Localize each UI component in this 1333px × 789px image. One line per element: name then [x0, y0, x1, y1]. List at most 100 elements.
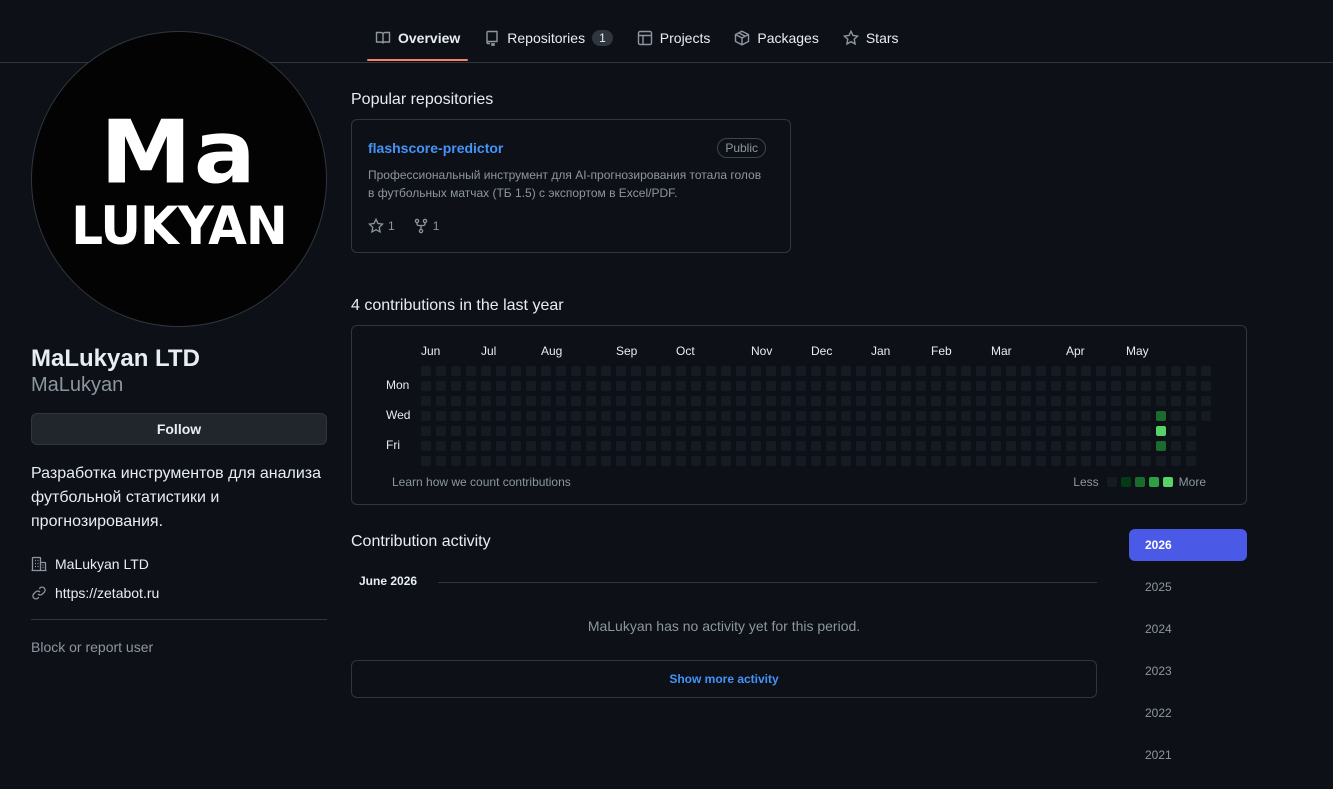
- contribution-day[interactable]: [676, 381, 686, 391]
- contribution-day[interactable]: [871, 456, 881, 466]
- contribution-day[interactable]: [1021, 456, 1031, 466]
- contribution-day[interactable]: [1021, 396, 1031, 406]
- contribution-day[interactable]: [526, 396, 536, 406]
- contribution-day[interactable]: [1051, 366, 1061, 376]
- contribution-day[interactable]: [586, 426, 596, 436]
- contribution-day[interactable]: [1126, 441, 1136, 451]
- contribution-day[interactable]: [931, 411, 941, 421]
- contribution-day[interactable]: [631, 456, 641, 466]
- contribution-day[interactable]: [736, 426, 746, 436]
- contribution-day[interactable]: [721, 411, 731, 421]
- contribution-day[interactable]: [1156, 411, 1166, 421]
- contribution-day[interactable]: [1171, 441, 1181, 451]
- contribution-day[interactable]: [481, 456, 491, 466]
- contribution-day[interactable]: [601, 411, 611, 421]
- contribution-day[interactable]: [511, 456, 521, 466]
- contribution-day[interactable]: [481, 441, 491, 451]
- contribution-day[interactable]: [706, 381, 716, 391]
- contribution-day[interactable]: [1006, 456, 1016, 466]
- contribution-day[interactable]: [796, 396, 806, 406]
- contribution-day[interactable]: [1201, 396, 1211, 406]
- contribution-day[interactable]: [466, 396, 476, 406]
- contribution-day[interactable]: [511, 411, 521, 421]
- contribution-day[interactable]: [676, 456, 686, 466]
- tab-repositories[interactable]: Repositories 1: [476, 16, 621, 60]
- contribution-day[interactable]: [631, 381, 641, 391]
- contribution-day[interactable]: [1096, 456, 1106, 466]
- contribution-day[interactable]: [736, 366, 746, 376]
- contribution-day[interactable]: [601, 366, 611, 376]
- contribution-day[interactable]: [1096, 396, 1106, 406]
- contribution-day[interactable]: [436, 426, 446, 436]
- contribution-day[interactable]: [496, 411, 506, 421]
- contribution-day[interactable]: [1111, 396, 1121, 406]
- contribution-day[interactable]: [826, 411, 836, 421]
- contribution-day[interactable]: [811, 381, 821, 391]
- contribution-day[interactable]: [571, 426, 581, 436]
- contribution-day[interactable]: [616, 411, 626, 421]
- contribution-day[interactable]: [1006, 381, 1016, 391]
- contribution-day[interactable]: [496, 366, 506, 376]
- avatar[interactable]: Ma LUKYAN: [31, 31, 327, 327]
- contribution-day[interactable]: [1186, 381, 1196, 391]
- contribution-day[interactable]: [676, 366, 686, 376]
- tab-packages[interactable]: Packages: [726, 16, 826, 60]
- contribution-day[interactable]: [661, 366, 671, 376]
- contribution-day[interactable]: [1171, 411, 1181, 421]
- contribution-day[interactable]: [886, 456, 896, 466]
- contribution-day[interactable]: [991, 381, 1001, 391]
- show-more-activity-button[interactable]: Show more activity: [351, 660, 1097, 698]
- contribution-day[interactable]: [766, 456, 776, 466]
- contribution-day[interactable]: [571, 456, 581, 466]
- contribution-day[interactable]: [976, 396, 986, 406]
- contribution-day[interactable]: [1171, 396, 1181, 406]
- contribution-day[interactable]: [451, 396, 461, 406]
- contribution-day[interactable]: [946, 366, 956, 376]
- contribution-day[interactable]: [781, 396, 791, 406]
- contribution-day[interactable]: [826, 426, 836, 436]
- contribution-day[interactable]: [1186, 396, 1196, 406]
- contribution-day[interactable]: [631, 411, 641, 421]
- contribution-day[interactable]: [871, 426, 881, 436]
- contribution-day[interactable]: [976, 441, 986, 451]
- contribution-day[interactable]: [451, 381, 461, 391]
- contribution-day[interactable]: [841, 411, 851, 421]
- contribution-day[interactable]: [916, 411, 926, 421]
- contribution-day[interactable]: [1186, 441, 1196, 451]
- contribution-day[interactable]: [496, 456, 506, 466]
- contribution-day[interactable]: [766, 381, 776, 391]
- contribution-day[interactable]: [751, 366, 761, 376]
- contribution-day[interactable]: [571, 441, 581, 451]
- contribution-day[interactable]: [946, 396, 956, 406]
- contribution-day[interactable]: [556, 441, 566, 451]
- contribution-day[interactable]: [436, 456, 446, 466]
- contribution-day[interactable]: [676, 411, 686, 421]
- contribution-day[interactable]: [781, 456, 791, 466]
- contribution-day[interactable]: [781, 441, 791, 451]
- contribution-day[interactable]: [736, 411, 746, 421]
- contribution-day[interactable]: [1051, 411, 1061, 421]
- contribution-day[interactable]: [496, 396, 506, 406]
- contribution-day[interactable]: [646, 366, 656, 376]
- contribution-day[interactable]: [556, 366, 566, 376]
- contribution-day[interactable]: [691, 396, 701, 406]
- contribution-day[interactable]: [1021, 381, 1031, 391]
- contribution-day[interactable]: [421, 411, 431, 421]
- contribution-day[interactable]: [796, 366, 806, 376]
- contribution-day[interactable]: [841, 366, 851, 376]
- contribution-day[interactable]: [421, 396, 431, 406]
- contribution-day[interactable]: [616, 396, 626, 406]
- contribution-day[interactable]: [1066, 366, 1076, 376]
- contribution-day[interactable]: [991, 456, 1001, 466]
- contribution-day[interactable]: [826, 456, 836, 466]
- contribution-day[interactable]: [1126, 396, 1136, 406]
- contribution-day[interactable]: [916, 426, 926, 436]
- contribution-day[interactable]: [1171, 381, 1181, 391]
- contribution-day[interactable]: [736, 396, 746, 406]
- contribution-day[interactable]: [481, 396, 491, 406]
- contribution-day[interactable]: [676, 441, 686, 451]
- contribution-day[interactable]: [721, 456, 731, 466]
- contribution-day[interactable]: [661, 441, 671, 451]
- contribution-day[interactable]: [1036, 456, 1046, 466]
- contribution-day[interactable]: [901, 381, 911, 391]
